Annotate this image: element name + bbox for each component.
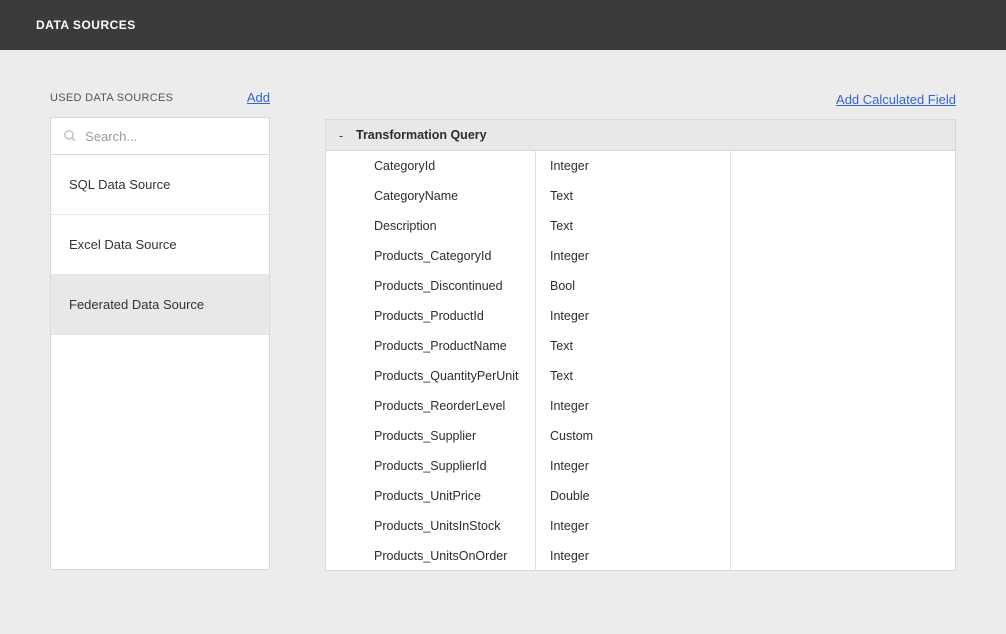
- query-header-row: - Transformation Query: [325, 119, 956, 151]
- add-calculated-field-link[interactable]: Add Calculated Field: [836, 92, 956, 107]
- main-panel: Add Calculated Field - Transformation Qu…: [325, 90, 956, 571]
- search-icon: [63, 128, 77, 144]
- field-type: Integer: [536, 241, 731, 271]
- field-name: CategoryId: [326, 151, 536, 181]
- source-list: SQL Data SourceExcel Data SourceFederate…: [50, 155, 270, 570]
- field-type: Integer: [536, 301, 731, 331]
- field-type: Bool: [536, 271, 731, 301]
- field-row[interactable]: Products_DiscontinuedBool: [326, 271, 955, 301]
- query-table: - Transformation Query CategoryIdInteger…: [325, 119, 956, 571]
- field-name: Products_UnitsInStock: [326, 511, 536, 541]
- field-row[interactable]: Products_UnitsOnOrderInteger: [326, 541, 955, 571]
- sidebar: USED DATA SOURCES Add SQL Data SourceExc…: [50, 90, 270, 571]
- main-header: Add Calculated Field: [325, 90, 956, 107]
- query-title: Transformation Query: [356, 128, 487, 142]
- field-name: Products_ProductName: [326, 331, 536, 361]
- page-header: DATA SOURCES: [0, 0, 1006, 50]
- field-type: Integer: [536, 541, 731, 571]
- field-type: Text: [536, 211, 731, 241]
- sidebar-title: USED DATA SOURCES: [50, 92, 173, 104]
- field-name: Products_ProductId: [326, 301, 536, 331]
- source-item[interactable]: Federated Data Source: [51, 275, 269, 335]
- field-name: Products_ReorderLevel: [326, 391, 536, 421]
- field-row[interactable]: Products_SupplierIdInteger: [326, 451, 955, 481]
- field-row[interactable]: DescriptionText: [326, 211, 955, 241]
- field-row[interactable]: Products_ProductIdInteger: [326, 301, 955, 331]
- field-row[interactable]: CategoryIdInteger: [326, 151, 955, 181]
- field-row[interactable]: Products_ProductNameText: [326, 331, 955, 361]
- content-area: USED DATA SOURCES Add SQL Data SourceExc…: [0, 50, 1006, 601]
- field-name: Products_Discontinued: [326, 271, 536, 301]
- source-item[interactable]: SQL Data Source: [51, 155, 269, 215]
- field-row[interactable]: Products_QuantityPerUnitText: [326, 361, 955, 391]
- field-name: CategoryName: [326, 181, 536, 211]
- field-row[interactable]: Products_UnitPriceDouble: [326, 481, 955, 511]
- field-type: Integer: [536, 391, 731, 421]
- field-list: CategoryIdIntegerCategoryNameTextDescrip…: [325, 151, 956, 571]
- field-row[interactable]: Products_CategoryIdInteger: [326, 241, 955, 271]
- field-name: Description: [326, 211, 536, 241]
- field-type: Integer: [536, 451, 731, 481]
- field-type: Double: [536, 481, 731, 511]
- field-type: Integer: [536, 511, 731, 541]
- field-name: Products_SupplierId: [326, 451, 536, 481]
- field-row[interactable]: Products_SupplierCustom: [326, 421, 955, 451]
- field-name: Products_UnitsOnOrder: [326, 541, 536, 571]
- field-row[interactable]: CategoryNameText: [326, 181, 955, 211]
- add-source-link[interactable]: Add: [247, 90, 270, 105]
- search-input[interactable]: [85, 129, 257, 144]
- field-type: Text: [536, 331, 731, 361]
- source-item[interactable]: Excel Data Source: [51, 215, 269, 275]
- collapse-toggle[interactable]: -: [326, 128, 356, 143]
- field-name: Products_CategoryId: [326, 241, 536, 271]
- search-box[interactable]: [50, 117, 270, 155]
- field-type: Custom: [536, 421, 731, 451]
- field-name: Products_UnitPrice: [326, 481, 536, 511]
- page-title: DATA SOURCES: [36, 18, 136, 32]
- field-type: Integer: [536, 151, 731, 181]
- sidebar-header: USED DATA SOURCES Add: [50, 90, 270, 105]
- field-type: Text: [536, 181, 731, 211]
- field-row[interactable]: Products_ReorderLevelInteger: [326, 391, 955, 421]
- field-row[interactable]: Products_UnitsInStockInteger: [326, 511, 955, 541]
- field-name: Products_Supplier: [326, 421, 536, 451]
- field-type: Text: [536, 361, 731, 391]
- field-name: Products_QuantityPerUnit: [326, 361, 536, 391]
